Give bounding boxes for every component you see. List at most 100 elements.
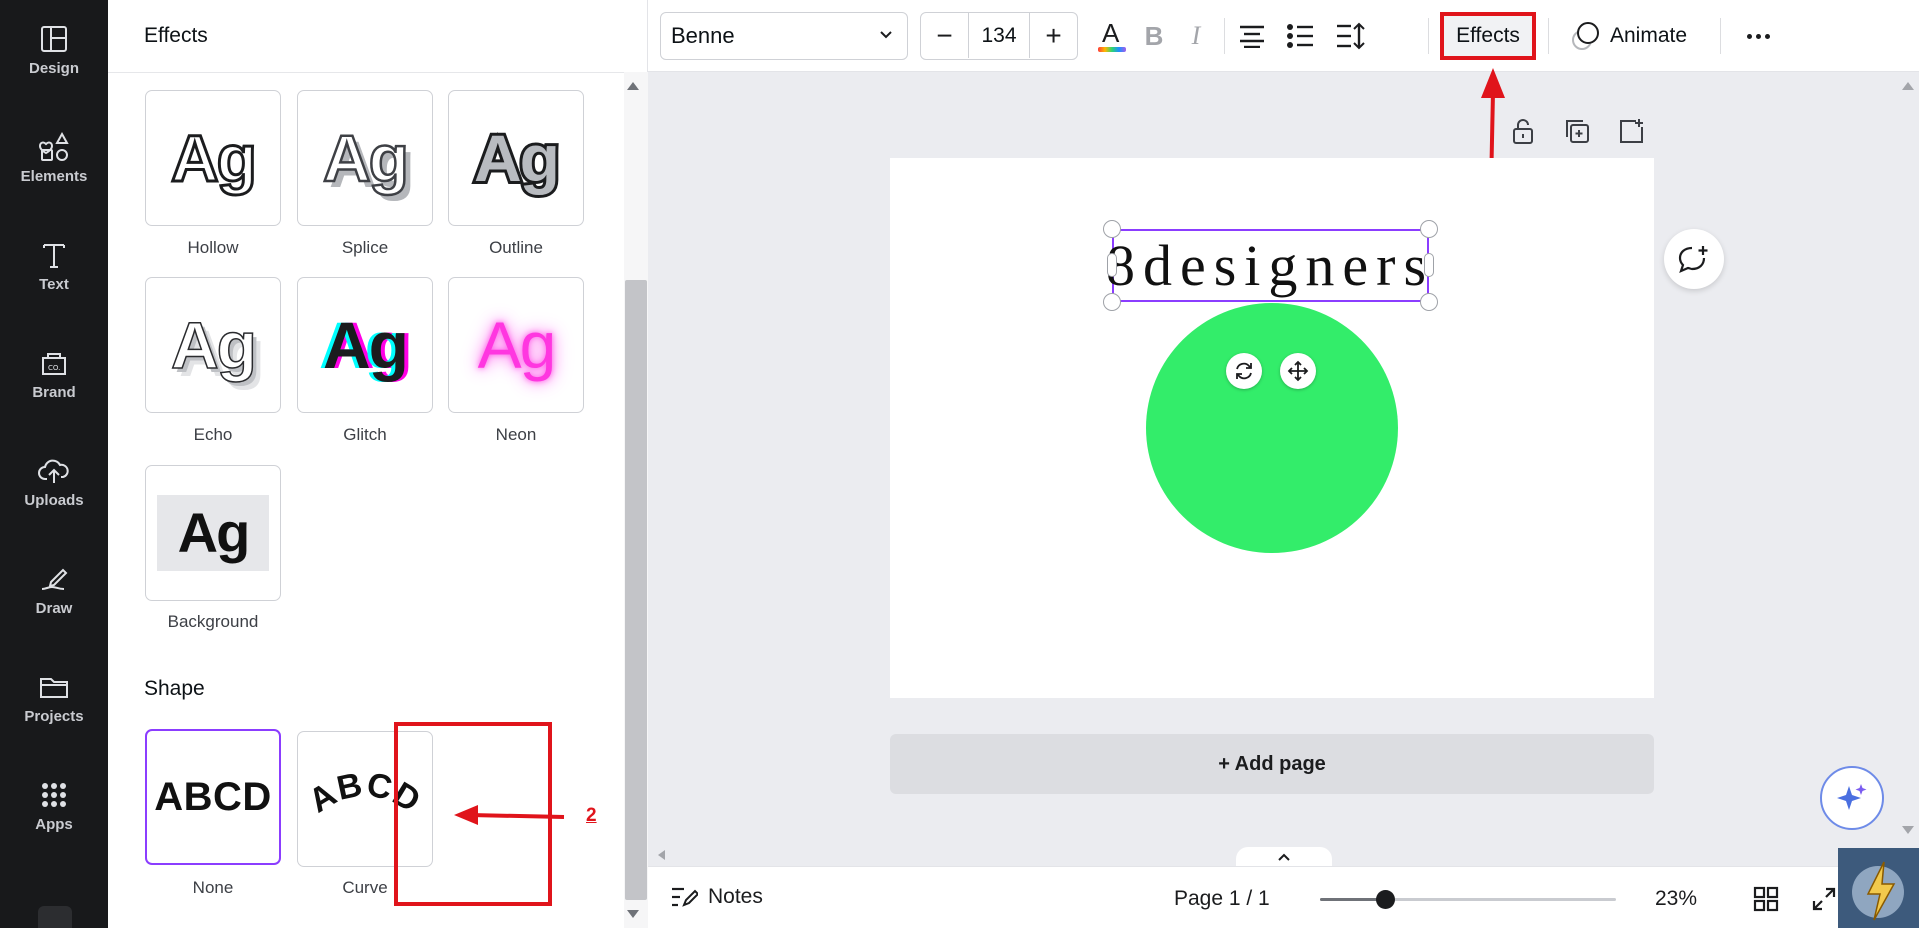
user-avatar[interactable] bbox=[1838, 848, 1919, 928]
italic-icon[interactable]: I bbox=[1178, 18, 1214, 54]
rail-item-projects[interactable]: Projects bbox=[0, 670, 108, 770]
font-family-value: Benne bbox=[671, 23, 735, 48]
effect-preview: Ag bbox=[170, 308, 257, 382]
rail-item-brand[interactable]: CO. Brand bbox=[0, 346, 108, 446]
effect-tile-neon[interactable]: Ag bbox=[448, 277, 584, 413]
effect-label-hollow: Hollow bbox=[187, 238, 239, 257]
fullscreen-icon[interactable] bbox=[1810, 885, 1838, 913]
effect-tile-echo[interactable]: Ag bbox=[145, 277, 281, 413]
resize-handle-bottom-left[interactable] bbox=[1103, 293, 1121, 311]
font-family-select[interactable]: Benne bbox=[660, 12, 908, 60]
layout-icon bbox=[41, 26, 67, 52]
selected-text-box[interactable]: 8designers bbox=[1106, 229, 1429, 302]
duplicate-page-icon[interactable] bbox=[1562, 116, 1592, 146]
rail-label: Design bbox=[28, 60, 79, 77]
text-color-button[interactable]: A bbox=[1094, 18, 1130, 54]
panel-scrollbar-thumb[interactable] bbox=[625, 280, 647, 900]
resize-handle-right[interactable] bbox=[1424, 253, 1434, 277]
animate-button[interactable]: Animate bbox=[1570, 14, 1720, 58]
effect-preview: Ag bbox=[170, 121, 259, 195]
effect-preview: Ag bbox=[477, 308, 557, 382]
shape-preview: ABCD bbox=[154, 774, 272, 819]
effect-label-echo: Echo bbox=[193, 425, 233, 444]
effect-preview: Ag bbox=[177, 501, 251, 564]
comment-plus-icon bbox=[1678, 246, 1708, 273]
rail-item-apps[interactable]: Apps bbox=[0, 778, 108, 878]
magic-assistant-button[interactable] bbox=[1820, 766, 1884, 830]
effects-button[interactable]: Effects bbox=[1440, 12, 1536, 60]
effect-label-background: Background bbox=[167, 612, 259, 631]
effect-tile-hollow[interactable]: Ag bbox=[145, 90, 281, 226]
text-color-icon: A bbox=[1098, 18, 1126, 52]
bold-icon[interactable]: B bbox=[1136, 18, 1172, 54]
align-center-icon[interactable] bbox=[1234, 18, 1270, 54]
resize-handle-top-right[interactable] bbox=[1420, 220, 1438, 238]
collapse-pages-tab[interactable] bbox=[1236, 847, 1332, 867]
svg-text:ABCD: ABCD bbox=[305, 769, 425, 820]
line-spacing-icon[interactable] bbox=[1332, 18, 1368, 54]
rail-account-stub[interactable] bbox=[38, 906, 72, 928]
add-comment-button[interactable] bbox=[1664, 229, 1724, 289]
left-rail: Design Elements Text CO. Brand Uploads D… bbox=[0, 0, 108, 928]
rail-item-design[interactable]: Design bbox=[0, 22, 108, 122]
grid-view-icon[interactable] bbox=[1752, 885, 1780, 913]
increase-font-size-button[interactable]: + bbox=[1030, 13, 1077, 58]
resize-handle-left[interactable] bbox=[1107, 253, 1117, 277]
effect-preview: Ag bbox=[323, 308, 409, 382]
rail-item-text[interactable]: Text bbox=[0, 238, 108, 338]
zoom-slider-knob[interactable] bbox=[1376, 890, 1395, 909]
rail-label: Text bbox=[39, 276, 69, 293]
move-icon[interactable] bbox=[1280, 353, 1316, 389]
shape-heading: Shape bbox=[144, 677, 205, 700]
rail-item-draw[interactable]: Draw bbox=[0, 562, 108, 662]
rail-label: Draw bbox=[35, 600, 73, 617]
rail-item-elements[interactable]: Elements bbox=[0, 130, 108, 230]
font-size-stepper: − 134 + bbox=[920, 12, 1078, 60]
scroll-up-arrow[interactable] bbox=[627, 82, 639, 90]
canvas-scroll-down-arrow[interactable] bbox=[1902, 826, 1914, 834]
shape-label-none: None bbox=[192, 878, 234, 897]
rail-label: Elements bbox=[20, 168, 88, 185]
rail-item-uploads[interactable]: Uploads bbox=[0, 454, 108, 554]
panel-title: Effects bbox=[144, 24, 208, 47]
annotation-number-2: 2 bbox=[586, 805, 597, 826]
decrease-font-size-button[interactable]: − bbox=[921, 13, 968, 58]
shape-tile-none[interactable]: ABCD bbox=[145, 729, 281, 865]
add-page-icon[interactable] bbox=[1616, 116, 1646, 146]
animate-icon bbox=[1572, 22, 1599, 50]
rail-label: Apps bbox=[35, 816, 73, 833]
effect-label-splice: Splice bbox=[341, 238, 389, 257]
notes-button[interactable]: Notes bbox=[670, 885, 763, 909]
curve-text-preview: ABCD bbox=[305, 769, 425, 820]
zoom-level[interactable]: 23% bbox=[1655, 887, 1697, 911]
page-indicator[interactable]: Page 1 / 1 bbox=[1174, 887, 1270, 911]
effect-tile-glitch[interactable]: Ag bbox=[297, 277, 433, 413]
apps-grid-icon bbox=[42, 783, 66, 807]
lock-icon[interactable] bbox=[1508, 116, 1538, 146]
zoom-slider[interactable] bbox=[1320, 890, 1616, 909]
scroll-down-arrow[interactable] bbox=[627, 910, 639, 918]
effect-preview: Ag bbox=[322, 121, 410, 195]
font-size-input[interactable]: 134 bbox=[968, 13, 1030, 58]
canvas-text[interactable]: 8designers bbox=[1106, 231, 1426, 299]
effect-tile-splice[interactable]: Ag bbox=[297, 90, 433, 226]
background-swatch: Ag bbox=[157, 495, 269, 571]
effect-tile-outline[interactable]: Ag bbox=[448, 90, 584, 226]
effect-label-glitch: Glitch bbox=[343, 425, 387, 444]
bottom-bar: Notes Page 1 / 1 23% bbox=[648, 866, 1919, 928]
brand-icon: CO. bbox=[42, 353, 66, 375]
canvas-scroll-up-arrow[interactable] bbox=[1902, 82, 1914, 90]
bullet-list-icon[interactable] bbox=[1282, 18, 1318, 54]
toolbar-divider bbox=[1428, 18, 1429, 54]
effect-tile-background[interactable]: Ag bbox=[145, 465, 281, 601]
more-options-icon[interactable] bbox=[1740, 18, 1776, 54]
shape-tile-curve[interactable]: ABCD bbox=[297, 731, 433, 867]
canvas-scroll-left-arrow[interactable] bbox=[658, 850, 665, 860]
add-page-button[interactable]: + Add page bbox=[890, 734, 1654, 794]
resize-handle-bottom-right[interactable] bbox=[1420, 293, 1438, 311]
toolbar-divider bbox=[1720, 18, 1721, 54]
rotate-icon[interactable] bbox=[1226, 353, 1262, 389]
green-circle-shape[interactable] bbox=[1146, 303, 1398, 553]
resize-handle-top-left[interactable] bbox=[1103, 220, 1121, 238]
notes-label: Notes bbox=[708, 885, 763, 908]
